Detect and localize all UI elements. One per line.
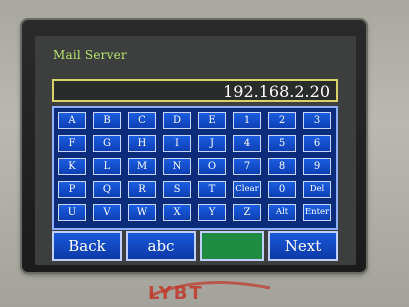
key-0[interactable]: 0 bbox=[268, 181, 296, 198]
key-j[interactable]: J bbox=[198, 135, 226, 152]
key-8[interactable]: 8 bbox=[268, 158, 296, 175]
key-o[interactable]: O bbox=[198, 158, 226, 175]
key-w[interactable]: W bbox=[128, 204, 156, 221]
on-screen-keyboard: A B C D E 1 2 3 F G H I J 4 5 6 K L M N … bbox=[52, 106, 338, 230]
key-4[interactable]: 4 bbox=[233, 135, 261, 152]
blank-green-button[interactable] bbox=[200, 231, 264, 261]
touch-screen: Mail Server 192.168.2.20 A B C D E 1 2 3… bbox=[35, 36, 356, 265]
key-clear[interactable]: Clear bbox=[233, 181, 261, 198]
ip-address-field[interactable]: 192.168.2.20 bbox=[52, 79, 338, 102]
bottom-toolbar: Back abc Next bbox=[52, 231, 338, 261]
key-s[interactable]: S bbox=[163, 181, 191, 198]
abc-button[interactable]: abc bbox=[126, 231, 196, 261]
key-t[interactable]: T bbox=[198, 181, 226, 198]
key-e[interactable]: E bbox=[198, 112, 226, 129]
key-q[interactable]: Q bbox=[93, 181, 121, 198]
key-k[interactable]: K bbox=[58, 158, 86, 175]
key-y[interactable]: Y bbox=[198, 204, 226, 221]
key-d[interactable]: D bbox=[163, 112, 191, 129]
key-b[interactable]: B bbox=[93, 112, 121, 129]
key-enter[interactable]: Enter bbox=[303, 204, 331, 221]
key-a[interactable]: A bbox=[58, 112, 86, 129]
key-v[interactable]: V bbox=[93, 204, 121, 221]
key-delete[interactable]: Del bbox=[303, 181, 331, 198]
key-i[interactable]: I bbox=[163, 135, 191, 152]
key-m[interactable]: M bbox=[128, 158, 156, 175]
back-button[interactable]: Back bbox=[52, 231, 122, 261]
key-f[interactable]: F bbox=[58, 135, 86, 152]
key-h[interactable]: H bbox=[128, 135, 156, 152]
brand-logo-text: LYBT bbox=[148, 283, 204, 304]
key-alt[interactable]: Alt bbox=[268, 204, 296, 221]
key-n[interactable]: N bbox=[163, 158, 191, 175]
key-c[interactable]: C bbox=[128, 112, 156, 129]
key-2[interactable]: 2 bbox=[268, 112, 296, 129]
ip-address-value: 192.168.2.20 bbox=[223, 82, 330, 101]
key-9[interactable]: 9 bbox=[303, 158, 331, 175]
key-g[interactable]: G bbox=[93, 135, 121, 152]
key-6[interactable]: 6 bbox=[303, 135, 331, 152]
key-3[interactable]: 3 bbox=[303, 112, 331, 129]
key-x[interactable]: X bbox=[163, 204, 191, 221]
key-l[interactable]: L bbox=[93, 158, 121, 175]
key-7[interactable]: 7 bbox=[233, 158, 261, 175]
next-button[interactable]: Next bbox=[268, 231, 338, 261]
key-z[interactable]: Z bbox=[233, 204, 261, 221]
key-u[interactable]: U bbox=[58, 204, 86, 221]
key-1[interactable]: 1 bbox=[233, 112, 261, 129]
key-r[interactable]: R bbox=[128, 181, 156, 198]
key-5[interactable]: 5 bbox=[268, 135, 296, 152]
page-title: Mail Server bbox=[53, 48, 127, 62]
key-p[interactable]: P bbox=[58, 181, 86, 198]
